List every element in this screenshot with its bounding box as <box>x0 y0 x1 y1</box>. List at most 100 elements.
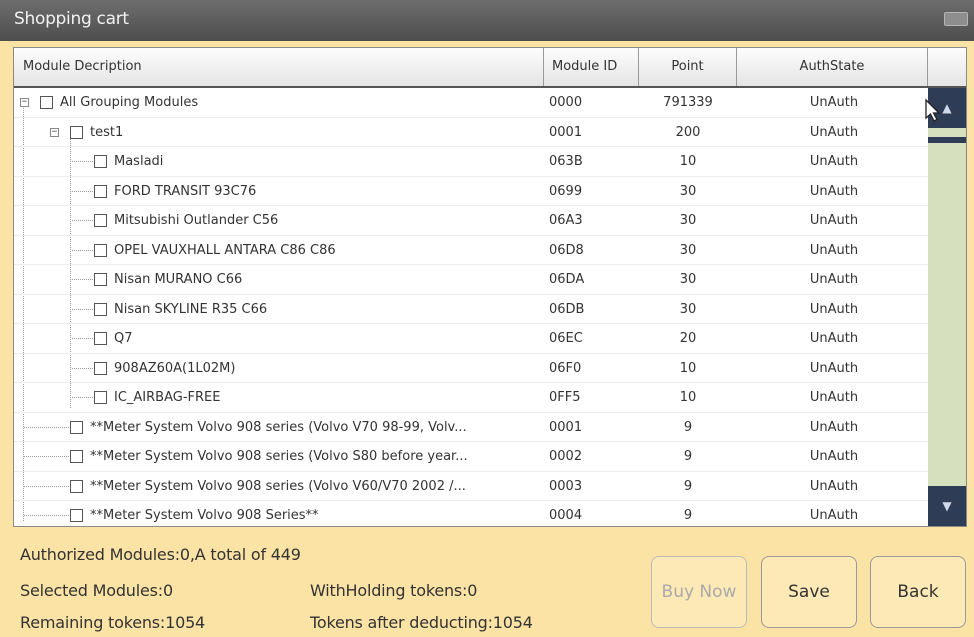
table-row[interactable]: Masladi 063B 10 UnAuth <box>14 147 928 177</box>
row-checkbox[interactable] <box>94 184 107 198</box>
authorized-modules-text: Authorized Modules:0,A total of 449 <box>20 545 301 564</box>
module-id: 0001 <box>549 419 583 435</box>
row-checkbox[interactable] <box>70 420 83 434</box>
auth-state: UnAuth <box>809 360 859 376</box>
save-button[interactable]: Save <box>761 556 857 628</box>
tree-guide-line <box>72 367 93 369</box>
tree-guide-line <box>24 426 69 428</box>
table-row[interactable]: **Meter System Volvo 908 series (Volvo S… <box>14 442 928 472</box>
module-description: **Meter System Volvo 908 series (Volvo V… <box>90 478 466 494</box>
auth-state: UnAuth <box>809 124 859 140</box>
module-description: test1 <box>90 124 124 140</box>
chevron-down-icon[interactable]: ▼ <box>928 486 966 526</box>
tree-guide-line <box>24 485 69 487</box>
module-id: 06A3 <box>549 213 583 228</box>
table-row[interactable]: − test1 0001 200 UnAuth <box>14 118 928 147</box>
auth-state: UnAuth <box>809 95 859 110</box>
table-row[interactable]: IC_AIRBAG-FREE 0FF5 10 UnAuth <box>14 383 928 413</box>
row-checkbox[interactable] <box>94 361 107 375</box>
row-checkbox[interactable] <box>94 243 107 257</box>
table-row[interactable]: **Meter System Volvo 908 series (Volvo V… <box>14 413 928 442</box>
collapse-toggle-icon[interactable]: − <box>50 127 59 137</box>
module-point: 791339 <box>663 95 713 110</box>
row-checkbox[interactable] <box>94 214 107 227</box>
table-body: − All Grouping Modules 0000 791339 UnAuth − te… <box>14 88 928 526</box>
table-row[interactable]: Mitsubishi Outlander C56 06A3 30 UnAuth <box>14 206 928 236</box>
module-description: Masladi <box>114 154 164 169</box>
module-id: 0002 <box>549 449 583 464</box>
row-checkbox[interactable] <box>40 96 53 109</box>
buy-now-button[interactable]: Buy Now <box>651 556 747 628</box>
module-id: 0004 <box>549 508 583 523</box>
tree-guide-line <box>24 456 69 457</box>
table-row[interactable]: OPEL VAUXHALL ANTARA C86 C86 06D8 30 UnAuth <box>14 236 928 265</box>
module-point: 9 <box>683 419 693 435</box>
module-description: Mitsubishi Outlander C56 <box>114 213 279 228</box>
module-description: All Grouping Modules <box>60 95 199 110</box>
col-header-spacer <box>928 48 966 86</box>
row-checkbox[interactable] <box>70 479 83 493</box>
module-point: 10 <box>679 360 697 376</box>
row-checkbox[interactable] <box>70 509 83 522</box>
module-point: 9 <box>683 478 693 494</box>
module-point: 30 <box>679 242 697 258</box>
module-description: IC_AIRBAG-FREE <box>114 390 221 405</box>
collapse-toggle-icon[interactable]: − <box>20 98 29 107</box>
auth-state: UnAuth <box>809 213 859 228</box>
row-checkbox[interactable] <box>94 332 107 345</box>
tree-guide-line <box>72 220 93 221</box>
col-authstate[interactable]: AuthState <box>737 48 928 86</box>
row-checkbox[interactable] <box>70 125 83 139</box>
row-checkbox[interactable] <box>94 391 107 404</box>
module-id: 0001 <box>549 124 583 140</box>
auth-state: UnAuth <box>809 390 859 405</box>
mouse-pointer-icon <box>925 98 941 122</box>
table-row[interactable]: 908AZ60A(1L02M) 06F0 10 UnAuth <box>14 354 928 383</box>
window-title: Shopping cart <box>14 9 129 29</box>
tree-guide-line <box>72 397 93 398</box>
tree-guide-line <box>72 190 93 192</box>
table-row[interactable]: FORD TRANSIT 93C76 0699 30 UnAuth <box>14 177 928 206</box>
tree-guide-line <box>72 338 93 339</box>
module-description: Nisan MURANO C66 <box>114 272 243 287</box>
row-checkbox[interactable] <box>94 155 107 168</box>
tree-guide-line <box>72 279 93 280</box>
auth-state: UnAuth <box>809 449 859 464</box>
tree-guide-line <box>72 308 93 310</box>
auth-state: UnAuth <box>809 301 859 317</box>
row-checkbox[interactable] <box>70 450 83 463</box>
tree-guide-line <box>24 515 69 516</box>
module-id: 06DB <box>549 301 585 317</box>
module-id: 0699 <box>549 183 583 199</box>
table-header: Module Decription Module ID Point AuthSt… <box>14 48 966 88</box>
vertical-scrollbar[interactable]: ▲ ▼ <box>928 88 966 526</box>
row-checkbox[interactable] <box>94 273 107 286</box>
auth-state: UnAuth <box>809 242 859 258</box>
auth-state: UnAuth <box>809 419 859 435</box>
col-module-description[interactable]: Module Decription <box>14 48 544 86</box>
title-bar: Shopping cart <box>0 0 974 41</box>
back-button[interactable]: Back <box>870 556 966 628</box>
module-point: 20 <box>679 331 697 346</box>
module-id: 0000 <box>549 95 583 110</box>
table-row[interactable]: **Meter System Volvo 908 series (Volvo V… <box>14 472 928 501</box>
tree-guide-line <box>72 161 93 162</box>
auth-state: UnAuth <box>809 272 859 287</box>
remaining-tokens-text: Remaining tokens:1054 <box>20 613 206 632</box>
module-id: 06DA <box>549 272 585 287</box>
module-description: **Meter System Volvo 908 series (Volvo S… <box>90 449 468 464</box>
col-module-id[interactable]: Module ID <box>544 48 639 86</box>
module-point: 30 <box>679 301 697 317</box>
row-checkbox[interactable] <box>94 302 107 316</box>
table-row[interactable]: Nisan SKYLINE R35 C66 06DB 30 UnAuth <box>14 295 928 324</box>
table-row[interactable]: Nisan MURANO C66 06DA 30 UnAuth <box>14 265 928 295</box>
module-id: 0003 <box>549 478 583 494</box>
table-row[interactable]: **Meter System Volvo 908 Series** 0004 9 Un… <box>14 501 928 526</box>
col-point[interactable]: Point <box>639 48 737 86</box>
window-restore-icon[interactable] <box>944 12 968 26</box>
scroll-thumb[interactable] <box>928 137 966 143</box>
table-row[interactable]: Q7 06EC 20 UnAuth <box>14 324 928 354</box>
table-row[interactable]: − All Grouping Modules 0000 791339 UnAuth <box>14 88 928 118</box>
module-point: 10 <box>679 390 697 405</box>
tokens-after-deducting-text: Tokens after deducting:1054 <box>310 613 533 632</box>
